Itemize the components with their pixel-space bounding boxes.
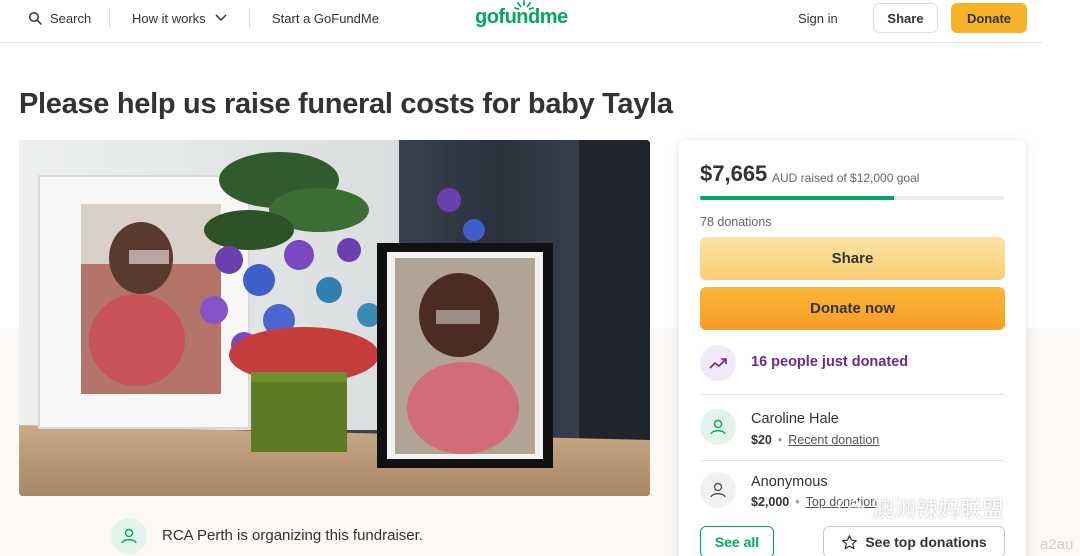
donation-amount: $2,000: [751, 495, 790, 509]
organizer-avatar: [111, 518, 147, 554]
sign-in-label: Sign in: [798, 10, 838, 26]
how-it-works-label: How it works: [132, 10, 206, 26]
how-it-works-nav[interactable]: How it works: [132, 0, 228, 36]
user-icon: [710, 419, 726, 435]
organizer-text: RCA Perth is organizing this fundraiser.: [162, 527, 423, 544]
nav-divider: [109, 8, 110, 28]
watermark-text: 澳洲辣妈联盟: [872, 497, 1005, 522]
separator-dot: •: [795, 495, 800, 509]
header-share-button[interactable]: Share: [873, 3, 938, 33]
wechat-icon: [838, 497, 865, 519]
header-donate-button[interactable]: Donate: [951, 3, 1027, 33]
raised-goal-text: AUD raised of $12,000 goal: [772, 171, 920, 185]
sign-in-link[interactable]: Sign in: [798, 0, 838, 36]
donor-name: Caroline Hale: [751, 411, 839, 427]
user-icon: [121, 528, 137, 544]
start-gofundme-link[interactable]: Start a GoFundMe: [272, 0, 379, 36]
search-nav[interactable]: Search: [28, 0, 91, 36]
divider: [700, 460, 1005, 461]
see-top-label: See top donations: [865, 534, 987, 550]
see-all-button[interactable]: See all: [700, 526, 774, 556]
nav-divider: [249, 8, 250, 28]
recent-donors-text: 16 people just donated: [751, 354, 909, 370]
start-label: Start a GoFundMe: [272, 10, 379, 26]
donor-name: Anonymous: [751, 474, 828, 490]
progress-fill: [700, 196, 895, 200]
raised-amount: $7,665: [700, 161, 768, 186]
donation-amount: $20: [751, 433, 772, 447]
donation-count: 78 donations: [700, 215, 772, 229]
campaign-photo-illustration: [19, 140, 650, 496]
share-button[interactable]: Share: [700, 237, 1005, 280]
trending-icon: [700, 345, 736, 381]
watermark: 澳洲辣妈联盟: [838, 492, 1004, 524]
watermark-extra: a2au: [1040, 536, 1074, 553]
separator-dot: •: [777, 433, 783, 447]
user-icon: [710, 482, 726, 498]
top-nav: Search How it works Start a GoFundMe gof…: [0, 0, 1042, 43]
search-icon: [28, 11, 42, 25]
gofundme-logo[interactable]: gofundme: [475, 6, 568, 29]
progress-bar: [700, 196, 1004, 200]
donor-avatar: [700, 472, 736, 508]
donation-amount-row: $20 • Recent donation: [751, 433, 879, 447]
donate-now-button[interactable]: Donate now: [700, 287, 1005, 330]
page-title: Please help us raise funeral costs for b…: [19, 88, 673, 120]
donor-avatar: [700, 409, 736, 445]
chevron-down-icon: [215, 14, 227, 22]
divider: [700, 394, 1005, 395]
donation-tag-link[interactable]: Recent donation: [788, 433, 879, 447]
search-label: Search: [50, 10, 92, 26]
see-top-donations-button[interactable]: See top donations: [823, 526, 1005, 556]
campaign-photo[interactable]: [19, 140, 650, 496]
star-icon: [842, 534, 858, 549]
